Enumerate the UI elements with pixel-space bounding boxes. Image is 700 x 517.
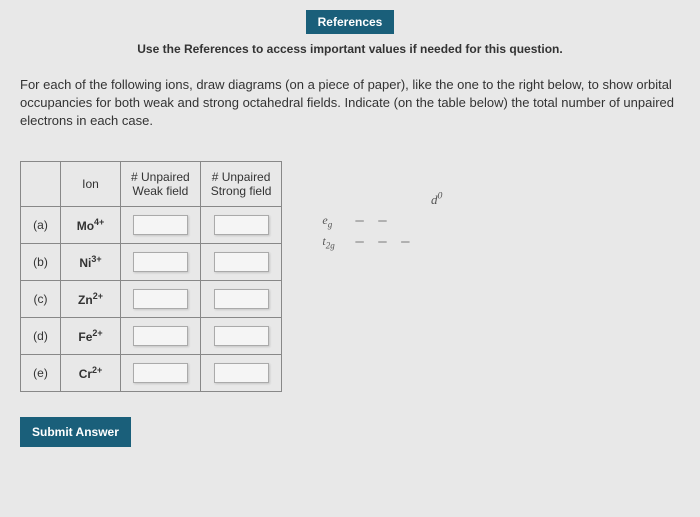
weak-input-e[interactable]	[133, 363, 188, 383]
table-row: (c) Zn2+	[21, 280, 282, 317]
header-strong-bottom: Strong field	[211, 184, 272, 198]
header-blank	[21, 161, 61, 206]
question-text: For each of the following ions, draw dia…	[20, 76, 680, 131]
strong-input-d[interactable]	[214, 326, 269, 346]
strong-input-c[interactable]	[214, 289, 269, 309]
t2g-dashes: — — —	[355, 234, 412, 250]
ion-table: Ion # Unpaired Weak field # Unpaired Str…	[20, 161, 282, 392]
header-weak-top: # Unpaired	[131, 170, 190, 184]
weak-input-c[interactable]	[133, 289, 188, 309]
row-ion: Mo4+	[61, 206, 121, 243]
row-ion: Ni3+	[61, 243, 121, 280]
eg-row: eg — —	[322, 213, 442, 229]
header-strong-top: # Unpaired	[212, 170, 271, 184]
row-label: (c)	[21, 280, 61, 317]
submit-button[interactable]: Submit Answer	[20, 417, 131, 447]
weak-input-d[interactable]	[133, 326, 188, 346]
references-button[interactable]: References	[306, 10, 395, 34]
row-label: (e)	[21, 354, 61, 391]
strong-input-b[interactable]	[214, 252, 269, 272]
eg-label: eg	[322, 213, 347, 229]
orbital-diagram: d0 eg — — t2g — — —	[322, 191, 442, 256]
row-ion: Zn2+	[61, 280, 121, 317]
row-label: (d)	[21, 317, 61, 354]
header-weak: # Unpaired Weak field	[121, 161, 201, 206]
table-row: (d) Fe2+	[21, 317, 282, 354]
weak-input-a[interactable]	[133, 215, 188, 235]
row-label: (b)	[21, 243, 61, 280]
header-ion: Ion	[61, 161, 121, 206]
row-ion: Cr2+	[61, 354, 121, 391]
header-weak-bottom: Weak field	[132, 184, 188, 198]
row-ion: Fe2+	[61, 317, 121, 354]
strong-input-e[interactable]	[214, 363, 269, 383]
d-level-label: d0	[322, 191, 442, 208]
row-label: (a)	[21, 206, 61, 243]
strong-input-a[interactable]	[214, 215, 269, 235]
header-strong: # Unpaired Strong field	[200, 161, 282, 206]
table-row: (a) Mo4+	[21, 206, 282, 243]
t2g-row: t2g — — —	[322, 234, 442, 250]
eg-dashes: — —	[355, 213, 389, 229]
t2g-label: t2g	[322, 234, 347, 250]
table-row: (e) Cr2+	[21, 354, 282, 391]
weak-input-b[interactable]	[133, 252, 188, 272]
references-note: Use the References to access important v…	[137, 42, 562, 56]
table-row: (b) Ni3+	[21, 243, 282, 280]
